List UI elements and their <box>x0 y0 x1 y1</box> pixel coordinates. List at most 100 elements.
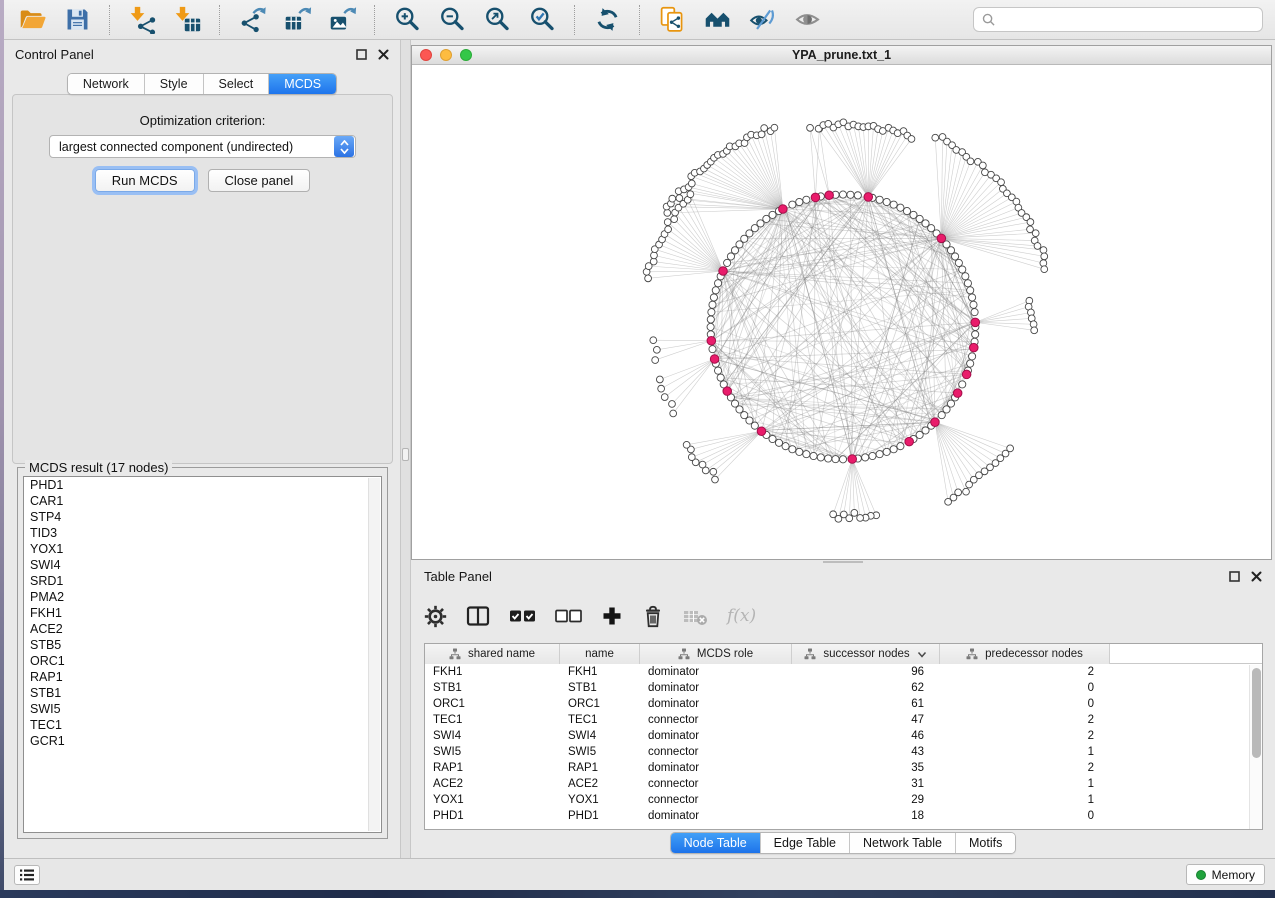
satellite-node[interactable] <box>945 498 952 505</box>
network-node[interactable] <box>803 196 810 203</box>
satellite-node[interactable] <box>1031 327 1038 334</box>
satellite-node[interactable] <box>671 216 678 223</box>
satellite-node[interactable] <box>1034 243 1041 250</box>
network-node[interactable] <box>712 287 719 294</box>
network-node[interactable] <box>869 452 876 459</box>
mcds-node[interactable] <box>962 370 971 379</box>
mcds-node[interactable] <box>825 191 834 200</box>
satellite-node[interactable] <box>712 476 719 483</box>
satellite-node[interactable] <box>1040 247 1047 254</box>
mcds-node[interactable] <box>953 389 962 398</box>
satellite-node[interactable] <box>966 481 973 488</box>
network-node[interactable] <box>938 412 945 419</box>
satellite-node[interactable] <box>1041 253 1048 260</box>
network-node[interactable] <box>962 273 969 280</box>
satellite-node[interactable] <box>1027 219 1034 226</box>
network-node[interactable] <box>890 201 897 208</box>
column-header-predecessor-nodes[interactable]: predecessor nodes <box>940 644 1110 664</box>
zoom-out-button[interactable] <box>436 4 468 36</box>
satellite-node[interactable] <box>699 461 706 468</box>
table-row[interactable]: FKH1FKH1dominator962 <box>425 664 1262 680</box>
network-node[interactable] <box>883 198 890 205</box>
deselect-all-columns-button[interactable] <box>555 603 582 629</box>
zoom-fit-button[interactable] <box>481 4 513 36</box>
mcds-node[interactable] <box>779 205 788 214</box>
satellite-node[interactable] <box>967 158 974 165</box>
tab-style[interactable]: Style <box>145 74 204 94</box>
hide-selected-button[interactable] <box>746 4 778 36</box>
network-node[interactable] <box>839 191 846 198</box>
satellite-node[interactable] <box>710 468 717 475</box>
network-node[interactable] <box>832 456 839 463</box>
network-node[interactable] <box>970 301 977 308</box>
satellite-node[interactable] <box>1041 266 1048 273</box>
satellite-node[interactable] <box>652 357 659 364</box>
network-node[interactable] <box>714 280 721 287</box>
network-node[interactable] <box>789 201 796 208</box>
satellite-node[interactable] <box>851 509 858 516</box>
network-node[interactable] <box>967 287 974 294</box>
satellite-node[interactable] <box>664 209 671 216</box>
mcds-result-item[interactable]: PHD1 <box>24 477 381 493</box>
select-all-columns-button[interactable] <box>509 603 536 629</box>
add-column-button[interactable] <box>601 603 623 629</box>
network-node[interactable] <box>967 360 974 367</box>
mcds-result-item[interactable]: PMA2 <box>24 589 381 605</box>
network-node[interactable] <box>796 198 803 205</box>
mcds-node[interactable] <box>710 355 719 364</box>
tab-node-table[interactable]: Node Table <box>671 833 761 853</box>
mcds-result-item[interactable]: YOX1 <box>24 541 381 557</box>
save-session-button[interactable] <box>61 4 93 36</box>
close-panel-button[interactable] <box>377 48 389 60</box>
export-network-button[interactable] <box>236 4 268 36</box>
network-node[interactable] <box>709 346 716 353</box>
tab-motifs[interactable]: Motifs <box>956 833 1015 853</box>
network-node[interactable] <box>959 381 966 388</box>
search-input[interactable] <box>1001 12 1254 27</box>
import-table-button[interactable] <box>171 4 203 36</box>
satellite-node[interactable] <box>656 376 663 383</box>
network-node[interactable] <box>897 443 904 450</box>
table-row[interactable]: PHD1PHD1dominator180 <box>425 808 1262 824</box>
network-node[interactable] <box>951 253 958 260</box>
satellite-node[interactable] <box>932 134 939 141</box>
column-header-MCDS-role[interactable]: MCDS role <box>640 644 792 664</box>
close-panel-action-button[interactable]: Close panel <box>208 169 311 192</box>
mcds-node[interactable] <box>719 267 728 276</box>
satellite-node[interactable] <box>658 385 665 392</box>
network-node[interactable] <box>789 446 796 453</box>
delete-column-button[interactable] <box>642 603 664 629</box>
mcds-node[interactable] <box>864 193 873 202</box>
mcds-node[interactable] <box>905 437 914 446</box>
network-node[interactable] <box>710 294 717 301</box>
mcds-result-item[interactable]: RAP1 <box>24 669 381 685</box>
table-row[interactable]: TEC1TEC1connector472 <box>425 712 1262 728</box>
network-node[interactable] <box>724 259 731 266</box>
network-node[interactable] <box>955 259 962 266</box>
satellite-node[interactable] <box>771 124 778 131</box>
network-node[interactable] <box>714 367 721 374</box>
table-scrollbar[interactable] <box>1249 665 1262 829</box>
mcds-result-item[interactable]: TEC1 <box>24 717 381 733</box>
network-node[interactable] <box>803 451 810 458</box>
satellite-node[interactable] <box>758 131 765 138</box>
network-node[interactable] <box>964 280 971 287</box>
network-node[interactable] <box>972 331 979 338</box>
mcds-result-item[interactable]: STB1 <box>24 685 381 701</box>
column-header-shared-name[interactable]: shared name <box>425 644 560 664</box>
network-node[interactable] <box>876 451 883 458</box>
satellite-node[interactable] <box>653 346 660 353</box>
satellite-node[interactable] <box>650 337 657 344</box>
table-settings-button[interactable] <box>424 603 447 629</box>
table-row[interactable]: RAP1RAP1dominator352 <box>425 760 1262 776</box>
export-table-button[interactable] <box>281 4 313 36</box>
satellite-node[interactable] <box>963 488 970 495</box>
network-node[interactable] <box>883 448 890 455</box>
show-column-panel-button[interactable] <box>466 603 490 629</box>
mcds-node[interactable] <box>970 343 979 352</box>
tab-network[interactable]: Network <box>68 74 145 94</box>
satellite-node[interactable] <box>908 136 915 143</box>
network-node[interactable] <box>796 448 803 455</box>
network-node[interactable] <box>890 446 897 453</box>
satellite-node[interactable] <box>665 226 672 233</box>
